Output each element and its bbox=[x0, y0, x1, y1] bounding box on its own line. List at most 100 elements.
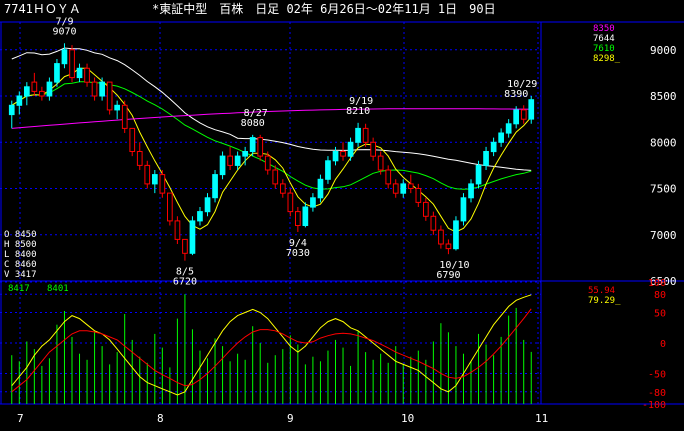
candle-body bbox=[520, 109, 527, 120]
candle-body bbox=[174, 220, 181, 240]
candle-body bbox=[407, 183, 414, 189]
candle-body bbox=[460, 197, 467, 222]
month-tick-label: 8 bbox=[157, 412, 164, 425]
volume-value: V 3417 bbox=[4, 270, 37, 280]
candle-body bbox=[415, 188, 422, 203]
candle-body bbox=[114, 104, 121, 111]
osc-tick-label: -50 bbox=[648, 370, 666, 381]
candle-body bbox=[257, 137, 264, 157]
candle-body bbox=[370, 141, 376, 157]
candle-body bbox=[24, 86, 30, 97]
ma-legend-3: 7610 bbox=[593, 44, 615, 54]
candle-body bbox=[144, 164, 151, 185]
candle-body bbox=[453, 220, 459, 250]
candle-body bbox=[302, 206, 309, 226]
annotation-price: 8080 bbox=[241, 118, 265, 129]
candle-body bbox=[317, 178, 324, 199]
month-tick-label: 9 bbox=[287, 412, 294, 425]
low-value: L 8400 bbox=[4, 250, 37, 260]
candle-body bbox=[182, 238, 188, 254]
osc-tick-label: 0 bbox=[660, 339, 666, 350]
stock-code-name: 7741ＨＯＹＡ bbox=[4, 2, 81, 16]
osc-tick-label: -80 bbox=[648, 388, 666, 399]
annotation-price: 6790 bbox=[436, 270, 460, 281]
candle-body bbox=[46, 81, 53, 97]
ma-legend-1: 8350 bbox=[593, 24, 615, 34]
candle-body bbox=[249, 137, 256, 153]
candle-body bbox=[340, 151, 346, 157]
annotation-price: 8390 bbox=[504, 89, 528, 100]
candle-body bbox=[528, 99, 535, 120]
candle-body bbox=[159, 174, 166, 194]
month-tick-label: 10 bbox=[401, 412, 414, 425]
candle-body bbox=[76, 67, 83, 79]
candle-body bbox=[310, 197, 316, 208]
candle-body bbox=[121, 104, 128, 129]
candle-body bbox=[84, 67, 90, 83]
open-value: O 8450 bbox=[4, 230, 37, 240]
candle-body bbox=[287, 192, 294, 213]
candle-body bbox=[490, 141, 497, 153]
annotation-price: 6720 bbox=[173, 277, 197, 288]
volume-legend-2: 8401 bbox=[47, 284, 69, 294]
osc-legend-1: 55.94 bbox=[588, 286, 615, 296]
candle-body bbox=[227, 155, 234, 166]
stock-chart: 9000850080007500700065007 8 9 10 117/990708/… bbox=[0, 0, 684, 431]
candle-body bbox=[295, 211, 301, 227]
price-tick-label: 7500 bbox=[650, 183, 677, 196]
candle-body bbox=[438, 229, 444, 245]
ma-legend-4: 8298_ bbox=[593, 54, 621, 64]
annotation-price: 8210 bbox=[346, 106, 370, 117]
candle-body bbox=[505, 123, 512, 134]
month-tick-label: 11 bbox=[535, 412, 548, 425]
candle-body bbox=[219, 155, 226, 176]
candle-body bbox=[204, 197, 211, 213]
candle-body bbox=[483, 151, 489, 166]
candle-body bbox=[272, 169, 279, 185]
candle-body bbox=[39, 90, 45, 97]
candle-body bbox=[189, 220, 196, 254]
candle-body bbox=[513, 109, 519, 125]
candle-body bbox=[152, 174, 158, 185]
candle-body bbox=[347, 141, 354, 157]
candle-body bbox=[445, 243, 452, 250]
annotation-price: 7030 bbox=[286, 248, 310, 259]
price-tick-label: 8000 bbox=[650, 136, 677, 149]
price-tick-label: 7000 bbox=[650, 229, 677, 242]
osc-tick-label: 100 bbox=[648, 278, 666, 289]
annotation-price: 9070 bbox=[52, 26, 76, 37]
month-tick-label: 7 bbox=[17, 412, 24, 425]
candle-body bbox=[498, 132, 504, 143]
candle-body bbox=[8, 104, 15, 116]
candle-body bbox=[242, 151, 249, 157]
candle-body bbox=[69, 49, 75, 79]
osc-tick-label: 80 bbox=[654, 290, 666, 301]
volume-legend-1: 8417 bbox=[8, 284, 30, 294]
candle-body bbox=[362, 127, 369, 143]
candle-body bbox=[332, 151, 339, 162]
price-tick-label: 9000 bbox=[650, 44, 677, 57]
candle-body bbox=[430, 215, 437, 231]
osc-legend-2: 79.29_ bbox=[588, 296, 621, 306]
candle-body bbox=[54, 63, 60, 83]
close-value: C 8460 bbox=[4, 260, 37, 270]
candle-body bbox=[280, 183, 286, 194]
candle-body bbox=[197, 211, 203, 222]
candle-body bbox=[468, 183, 474, 199]
candle-body bbox=[355, 127, 361, 143]
candle-body bbox=[264, 155, 271, 171]
candle-body bbox=[325, 160, 331, 180]
candle-body bbox=[377, 155, 384, 171]
candle-body bbox=[61, 49, 68, 65]
osc-tick-label: 50 bbox=[654, 309, 666, 320]
candle-body bbox=[234, 155, 241, 166]
candle-body bbox=[400, 183, 407, 194]
candle-body bbox=[106, 81, 113, 111]
candle-body bbox=[167, 192, 173, 222]
candle-body bbox=[99, 81, 106, 97]
market-info: *東証中型 百株 日足 02年 6月26日～02年11月 1日 90日 bbox=[152, 1, 496, 16]
osc-tick-label: -100 bbox=[642, 400, 666, 411]
candle-body bbox=[392, 183, 399, 194]
price-tick-label: 8500 bbox=[650, 90, 677, 103]
candle-body bbox=[129, 127, 136, 152]
